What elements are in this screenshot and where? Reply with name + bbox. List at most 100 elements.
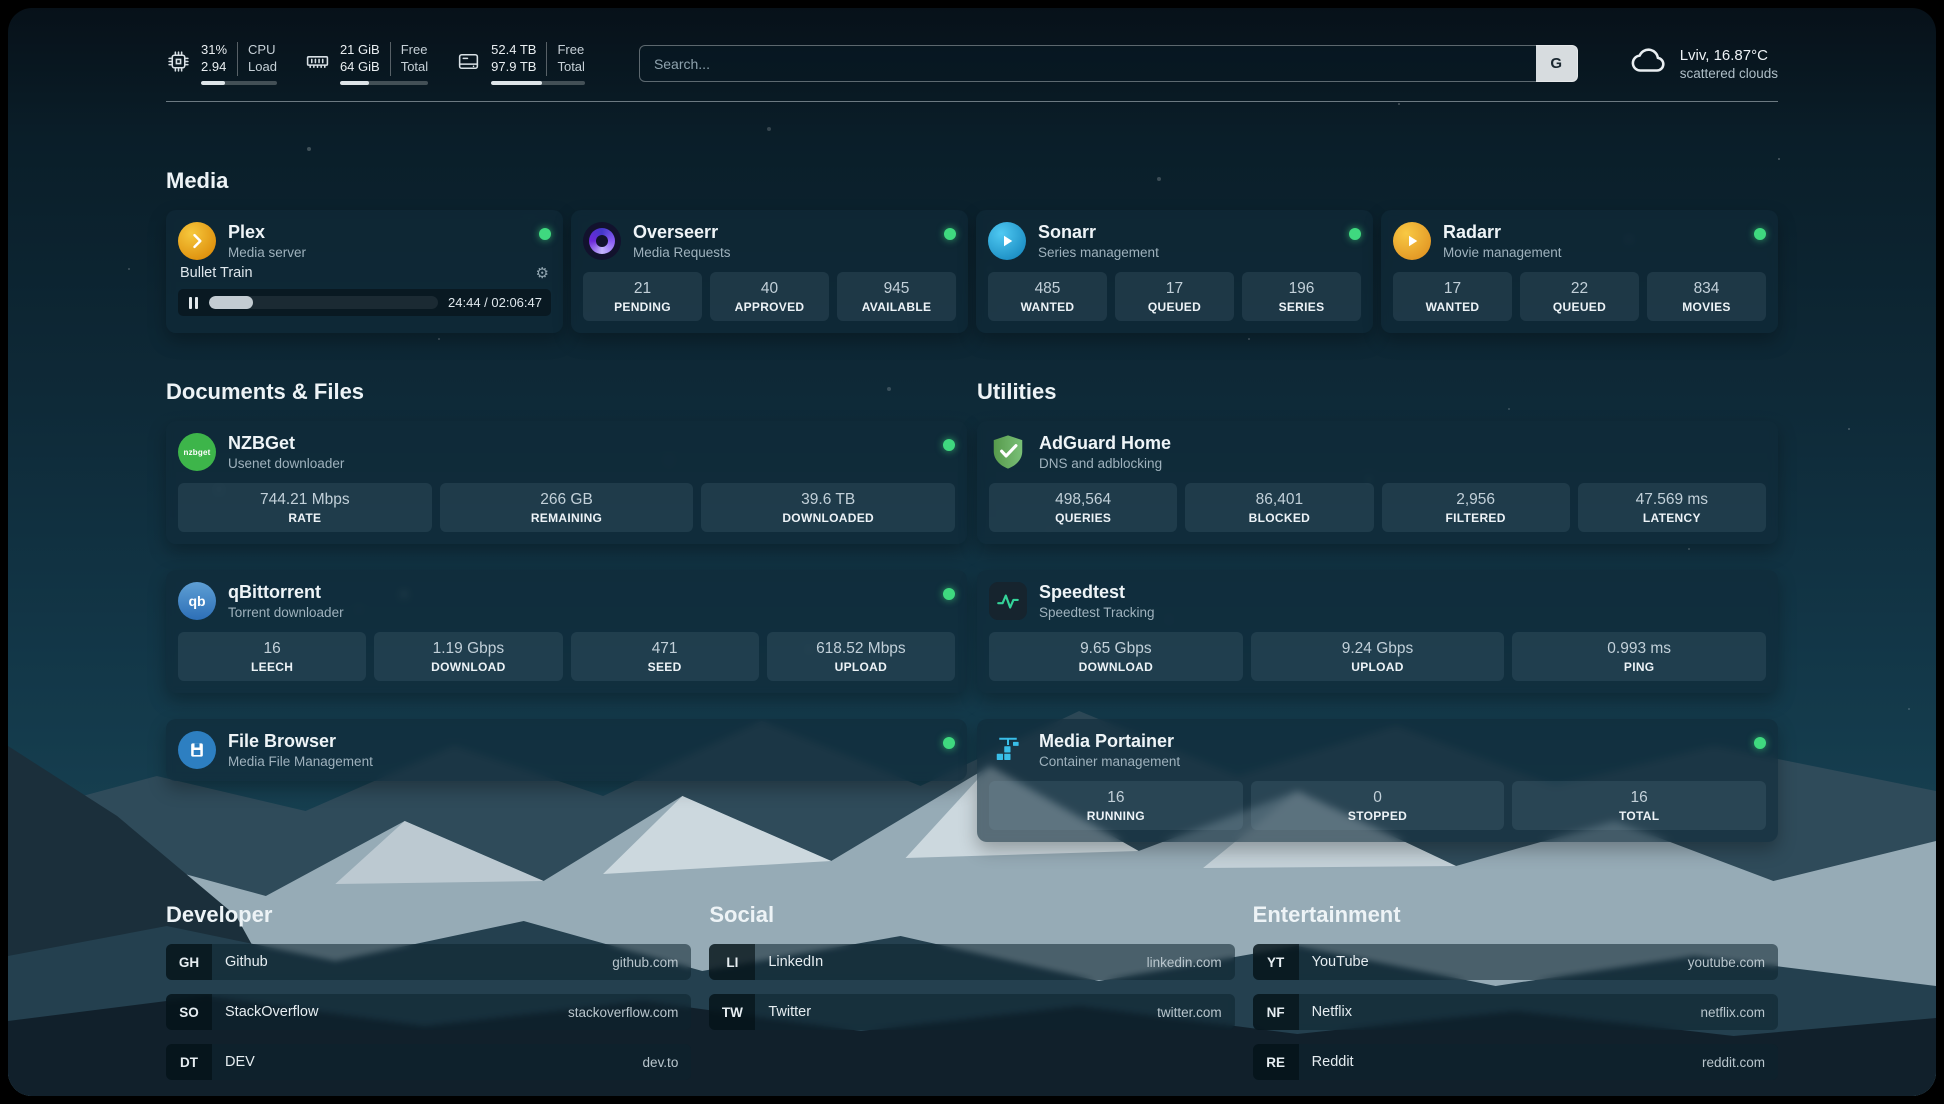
- stat-value: 196: [1246, 280, 1357, 298]
- stat-value: 17: [1119, 280, 1230, 298]
- stat-available: 945 AVAILABLE: [837, 272, 956, 321]
- service-name: NZBGet: [228, 433, 344, 454]
- dashboard-screen: 31% CPU 2.94 Load: [8, 8, 1936, 1096]
- now-playing-title: Bullet Train: [180, 265, 253, 281]
- stat-value: 17: [1397, 280, 1508, 298]
- stat-value: 744.21 Mbps: [182, 491, 428, 509]
- plex-icon: [178, 222, 216, 260]
- bookmark-reddit[interactable]: RE Reddit reddit.com: [1253, 1044, 1778, 1080]
- stat-label: APPROVED: [714, 300, 825, 314]
- bookmark-twitter[interactable]: TW Twitter twitter.com: [709, 994, 1234, 1030]
- qbittorrent-icon: qb: [178, 582, 216, 620]
- stat-queued: 22 QUEUED: [1520, 272, 1639, 321]
- service-card-nzbget[interactable]: nzbget NZBGet Usenet downloader 744.21 M…: [166, 421, 967, 544]
- section-title-developer: Developer: [166, 902, 691, 928]
- stat-queries: 498,564 QUERIES: [989, 483, 1177, 532]
- settings-gear-icon[interactable]: ⚙: [536, 264, 549, 282]
- service-card-qbittorrent[interactable]: qb qBittorrent Torrent downloader 16 LEE…: [166, 570, 967, 693]
- stat-value: 21: [587, 280, 698, 298]
- stat-value: 39.6 TB: [705, 491, 951, 509]
- bookmark-github[interactable]: GH Github github.com: [166, 944, 691, 980]
- stat-value: 2,956: [1386, 491, 1566, 509]
- memory-widget: 21 GiB Free 64 GiB Total: [305, 42, 428, 85]
- disk-free-value: 52.4 TB: [491, 42, 536, 59]
- stat-label: REMAINING: [444, 511, 690, 525]
- service-card-plex[interactable]: Plex Media server Bullet Train ⚙ 24:44 /…: [166, 210, 563, 333]
- service-subtitle: Movie management: [1443, 245, 1562, 260]
- nzbget-icon: nzbget: [178, 433, 216, 471]
- memory-free-value: 21 GiB: [340, 42, 380, 59]
- stat-value: 471: [575, 640, 755, 658]
- bookmark-url: dev.to: [643, 1055, 679, 1070]
- service-card-overseerr[interactable]: Overseerr Media Requests 21 PENDING 40 A…: [571, 210, 968, 333]
- bookmark-name: Netflix: [1312, 1004, 1352, 1020]
- stat-label: BLOCKED: [1189, 511, 1369, 525]
- speedtest-icon: [989, 582, 1027, 620]
- service-card-adguard-home[interactable]: AdGuard Home DNS and adblocking 498,564 …: [977, 421, 1778, 544]
- stat-value: 618.52 Mbps: [771, 640, 951, 658]
- disk-widget: 52.4 TB Free 97.9 TB Total: [456, 42, 585, 85]
- section-entertainment: Entertainment YT YouTube youtube.com NF …: [1253, 902, 1778, 1080]
- stat-value: 266 GB: [444, 491, 690, 509]
- stat-series: 196 SERIES: [1242, 272, 1361, 321]
- memory-usage-bar: [340, 81, 428, 85]
- service-name: File Browser: [228, 731, 373, 752]
- bookmark-dev[interactable]: DT DEV dev.to: [166, 1044, 691, 1080]
- bookmark-stackoverflow[interactable]: SO StackOverflow stackoverflow.com: [166, 994, 691, 1030]
- cpu-usage-value: 31%: [201, 42, 227, 59]
- service-card-radarr[interactable]: Radarr Movie management 17 WANTED 22 QUE…: [1381, 210, 1778, 333]
- playback-progress-track[interactable]: [209, 296, 438, 309]
- memory-total-value: 64 GiB: [340, 59, 380, 76]
- disk-total-value: 97.9 TB: [491, 59, 536, 76]
- bookmark-abbr: SO: [166, 994, 212, 1030]
- service-card-sonarr[interactable]: Sonarr Series management 485 WANTED 17 Q…: [976, 210, 1373, 333]
- service-card-media-portainer[interactable]: Media Portainer Container management 16 …: [977, 719, 1778, 842]
- stat-label: UPLOAD: [771, 660, 951, 674]
- pause-icon[interactable]: [187, 297, 199, 309]
- service-subtitle: Series management: [1038, 245, 1159, 260]
- stat-upload: 618.52 Mbps UPLOAD: [767, 632, 955, 681]
- stat-value: 22: [1524, 280, 1635, 298]
- bookmark-abbr: DT: [166, 1044, 212, 1080]
- cpu-icon: [166, 49, 191, 79]
- bookmark-url: twitter.com: [1157, 1005, 1222, 1020]
- status-online-dot: [943, 439, 955, 451]
- service-stats: 16 LEECH 1.19 Gbps DOWNLOAD 471 SEED 618…: [178, 632, 955, 681]
- service-name: Speedtest: [1039, 582, 1155, 603]
- stat-value: 0.993 ms: [1516, 640, 1762, 658]
- sonarr-icon: [988, 222, 1026, 260]
- stat-label: PING: [1516, 660, 1762, 674]
- search-input[interactable]: [639, 45, 1536, 82]
- bookmark-url: github.com: [612, 955, 678, 970]
- stat-value: 945: [841, 280, 952, 298]
- bookmark-url: netflix.com: [1700, 1005, 1765, 1020]
- bookmark-netflix[interactable]: NF Netflix netflix.com: [1253, 994, 1778, 1030]
- status-online-dot: [943, 737, 955, 749]
- resource-widgets: 31% CPU 2.94 Load: [166, 42, 585, 85]
- search-bar: G: [639, 45, 1578, 82]
- stat-value: 834: [1651, 280, 1762, 298]
- memory-total-label: Total: [390, 59, 428, 76]
- bookmark-youtube[interactable]: YT YouTube youtube.com: [1253, 944, 1778, 980]
- stat-label: DOWNLOAD: [378, 660, 558, 674]
- section-utilities: Utilities AdGuard Home DNS and adblockin…: [977, 379, 1778, 842]
- service-card-speedtest[interactable]: Speedtest Speedtest Tracking 9.65 Gbps D…: [977, 570, 1778, 693]
- radarr-icon: [1393, 222, 1431, 260]
- cpu-load-value: 2.94: [201, 59, 227, 76]
- stat-label: LEECH: [182, 660, 362, 674]
- service-subtitle: Media File Management: [228, 754, 373, 769]
- stat-movies: 834 MOVIES: [1647, 272, 1766, 321]
- stat-pending: 21 PENDING: [583, 272, 702, 321]
- service-name: qBittorrent: [228, 582, 344, 603]
- service-card-file-browser[interactable]: File Browser Media File Management: [166, 719, 967, 781]
- stat-label: FILTERED: [1386, 511, 1566, 525]
- weather-widget[interactable]: Lviv, 16.87°C scattered clouds: [1630, 42, 1778, 85]
- service-stats: 17 WANTED 22 QUEUED 834 MOVIES: [1393, 272, 1766, 321]
- service-subtitle: Media server: [228, 245, 306, 260]
- search-provider-button[interactable]: G: [1536, 45, 1578, 82]
- dashboard-sections: Media Plex Media server Bullet Train ⚙ 2…: [166, 168, 1778, 1080]
- section-title-media: Media: [166, 168, 1778, 194]
- bookmark-linkedin[interactable]: LI LinkedIn linkedin.com: [709, 944, 1234, 980]
- stat-download: 1.19 Gbps DOWNLOAD: [374, 632, 562, 681]
- status-online-dot: [1754, 737, 1766, 749]
